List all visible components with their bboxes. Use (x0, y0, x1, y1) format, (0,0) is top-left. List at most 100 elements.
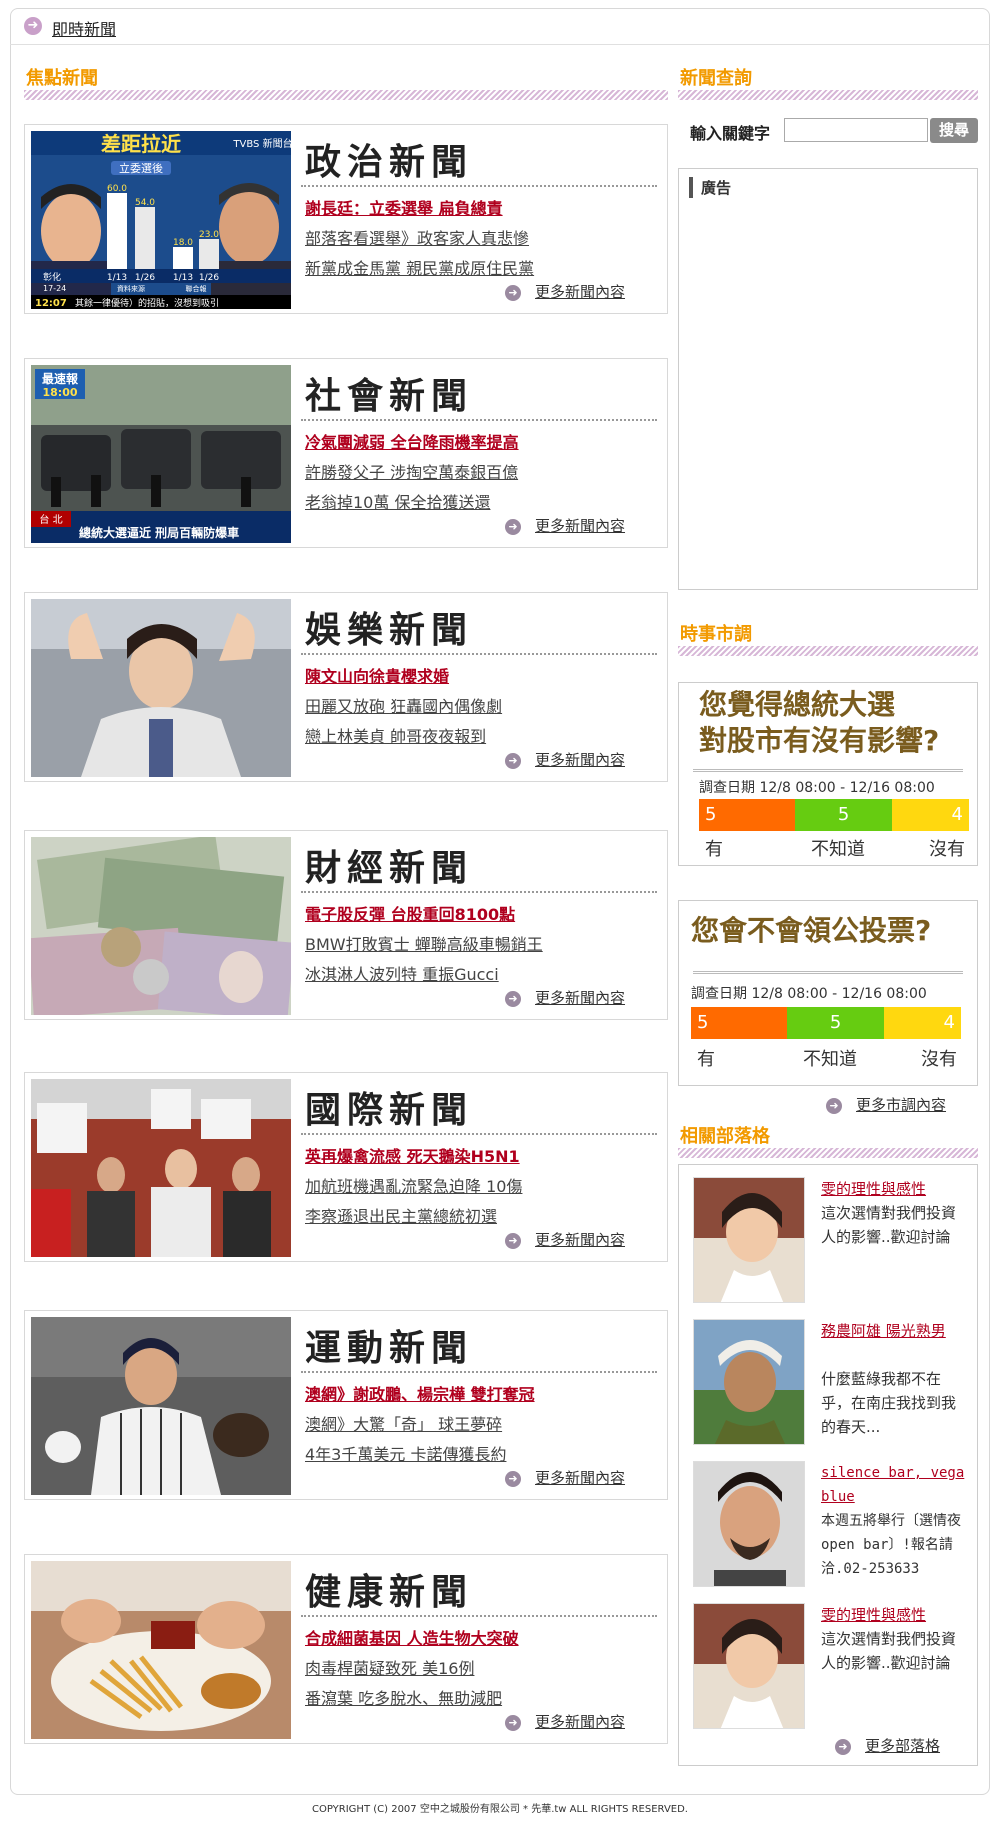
arrow-right-icon: ➜ (505, 518, 521, 535)
blog-title[interactable]: 務農阿雄 陽光熟男 (821, 1319, 969, 1343)
news-category-title[interactable]: 運動新聞 (305, 1319, 473, 1371)
headline-link[interactable]: 新黨成金馬黨 親民黨成原住民黨 (305, 255, 534, 279)
blog-title[interactable]: 雯的理性與感性 (821, 1603, 969, 1627)
poll-option-no[interactable]: 沒有 (921, 1045, 957, 1071)
headline-link[interactable]: 澳網》大驚「奇」 球王夢碎 (305, 1411, 502, 1435)
headline-link[interactable]: 田麗又放砲 狂轟國內偶像劇 (305, 693, 502, 717)
blog-desc: 本週五將舉行〔選情夜open bar〕!報名請洽.02-253633 (821, 1513, 961, 1577)
news-photo[interactable]: 差距拉近 TVBS 新聞台 立委選後 60.0 54.0 18.0 23.0 彰… (31, 131, 291, 309)
more-news-link[interactable]: ➜ 更多新聞內容 (505, 749, 625, 770)
svg-text:1/13: 1/13 (173, 273, 193, 283)
realtime-news-link[interactable]: 即時新聞 (52, 16, 116, 40)
svg-text:54.0: 54.0 (135, 198, 155, 208)
headline-link[interactable]: 冰淇淋人波列特 重振Gucci (305, 961, 499, 985)
avatar (693, 1177, 805, 1303)
news-photo[interactable] (31, 1561, 291, 1739)
blog-title[interactable]: 雯的理性與感性 (821, 1177, 969, 1201)
poll-bar-segment: 4 (891, 799, 969, 831)
headline-primary-link[interactable]: 英再爆禽流感 死天鵝染H5N1 (305, 1143, 520, 1167)
svg-text:23.0: 23.0 (199, 230, 219, 240)
more-news-link[interactable]: ➜ 更多新聞內容 (505, 1711, 625, 1732)
news-block: 國際新聞英再爆禽流感 死天鵝染H5N1 加航班機遇亂流緊急迫降 10傷 李察遜退出民… (24, 1072, 668, 1262)
svg-text:12:07: 12:07 (35, 298, 67, 309)
svg-text:資料來源: 資料來源 (117, 284, 145, 293)
headline-link[interactable]: 加航班機遇亂流緊急迫降 10傷 (305, 1173, 522, 1197)
headline-primary-link[interactable]: 合成細菌基因 人造生物大突破 (305, 1625, 519, 1649)
headline-link[interactable]: 番瀉葉 吃多脫水、無助減肥 (305, 1685, 502, 1709)
svg-text:1/26: 1/26 (135, 273, 155, 283)
svg-text:18.0: 18.0 (173, 238, 193, 248)
top-bar: ➜ 即時新聞 (10, 8, 990, 45)
headline-primary-link[interactable]: 冷氣團減弱 全台降雨機率提高 (305, 429, 519, 453)
more-news-link[interactable]: ➜ 更多新聞內容 (505, 1467, 625, 1488)
blog-title[interactable]: silence bar, vega blue (821, 1461, 969, 1509)
poll-bar-segment: 5 (795, 799, 892, 831)
headline-primary-link[interactable]: 謝長廷：立委選舉 扁負總責 (305, 195, 503, 219)
news-category-title[interactable]: 娛樂新聞 (305, 601, 473, 653)
poll-card: 您覺得總統大選 對股市有沒有影響? 調查日期 12/8 08:00 - 12/1… (678, 682, 978, 866)
arrow-right-icon: ➜ (505, 990, 521, 1007)
search-input[interactable] (784, 118, 928, 142)
news-search-title: 新聞查詢 (680, 68, 752, 89)
arrow-right-icon: ➜ (835, 1738, 851, 1755)
svg-text:TVBS 新聞台: TVBS 新聞台 (232, 137, 291, 150)
avatar (693, 1319, 805, 1445)
headline-link[interactable]: 肉毒桿菌疑致死 美16例 (305, 1655, 474, 1679)
poll-option-unknown[interactable]: 不知道 (811, 835, 865, 861)
more-news-link[interactable]: ➜ 更多新聞內容 (505, 281, 625, 302)
news-photo[interactable]: 最速報 18:00 台 北 總統大選逼近 刑局百輛防爆車 (31, 365, 291, 543)
news-block: 最速報 18:00 台 北 總統大選逼近 刑局百輛防爆車 社會新聞冷氣團減弱 全… (24, 358, 668, 548)
svg-text:18:00: 18:00 (42, 386, 77, 399)
headline-link[interactable]: 李察遜退出民主黨總統初選 (305, 1203, 497, 1227)
news-block: 運動新聞澳網》謝政鵬、楊宗樺 雙打奪冠 澳網》大驚「奇」 球王夢碎 4年3千萬美元 … (24, 1310, 668, 1500)
dotted-divider (301, 1615, 657, 1617)
news-block: 娛樂新聞陳文山向徐貴櫻求婚田麗又放砲 狂轟國內偶像劇 戀上林美貞 帥哥夜夜報到 ➜ 更… (24, 592, 668, 782)
dotted-divider (301, 1371, 657, 1373)
blog-desc: 什麼藍綠我都不在乎，在南庄我找到我的春天... (821, 1370, 957, 1436)
headline-link[interactable]: 許勝發父子 涉掏空萬泰銀百億 (305, 459, 518, 483)
headline-primary-link[interactable]: 電子股反彈 台股重回8100點 (305, 901, 515, 925)
headline-primary-link[interactable]: 陳文山向徐貴櫻求婚 (305, 663, 449, 687)
headline-link[interactable]: 部落客看選舉》政客家人真悲慘 (305, 225, 529, 249)
news-photo[interactable] (31, 837, 291, 1015)
dotted-divider (301, 653, 657, 655)
arrow-right-icon: ➜ (505, 284, 521, 301)
more-news-link[interactable]: ➜ 更多新聞內容 (505, 987, 625, 1008)
poll-option-yes[interactable]: 有 (705, 835, 723, 861)
section-divider (678, 1148, 978, 1158)
blogs-section-title: 相關部落格 (680, 1126, 770, 1147)
more-polls-link[interactable]: ➜ 更多市調內容 (826, 1094, 946, 1115)
dotted-divider (301, 185, 657, 187)
avatar (693, 1603, 805, 1729)
poll-option-no[interactable]: 沒有 (929, 835, 965, 861)
svg-text:1/13: 1/13 (107, 273, 127, 283)
ad-label: 廣告 (689, 177, 731, 198)
svg-text:差距拉近: 差距拉近 (101, 132, 181, 156)
more-news-link[interactable]: ➜ 更多新聞內容 (505, 515, 625, 536)
poll-bar-segment: 5 (691, 1007, 788, 1039)
headline-link[interactable]: 戀上林美貞 帥哥夜夜報到 (305, 723, 486, 747)
poll-option-unknown[interactable]: 不知道 (803, 1045, 857, 1071)
headline-link[interactable]: 4年3千萬美元 卡諾傳獲長約 (305, 1441, 506, 1465)
headline-link[interactable]: BMW打敗賓士 蟬聯高級車暢銷王 (305, 931, 543, 955)
news-category-title[interactable]: 國際新聞 (305, 1081, 473, 1133)
dotted-divider (301, 1133, 657, 1135)
news-category-title[interactable]: 社會新聞 (305, 367, 473, 419)
news-category-title[interactable]: 政治新聞 (305, 133, 473, 185)
headline-primary-link[interactable]: 澳網》謝政鵬、楊宗樺 雙打奪冠 (305, 1381, 535, 1405)
poll-option-yes[interactable]: 有 (697, 1045, 715, 1071)
news-photo[interactable] (31, 1079, 291, 1257)
blog-desc: 這次選情對我們投資人的影響..歡迎討論 (821, 1204, 957, 1246)
poll-divider (693, 769, 963, 772)
poll-date: 調查日期 12/8 08:00 - 12/16 08:00 (699, 780, 935, 796)
focus-news-title: 焦點新聞 (26, 68, 98, 89)
news-photo[interactable] (31, 599, 291, 777)
headline-link[interactable]: 老翁掉10萬 保全拾獲送還 (305, 489, 490, 513)
search-button[interactable]: 搜尋 (930, 118, 978, 143)
poll-bar-segment: 5 (699, 799, 796, 831)
more-blogs-link[interactable]: ➜ 更多部落格 (835, 1735, 940, 1756)
news-category-title[interactable]: 健康新聞 (305, 1563, 473, 1615)
news-photo[interactable] (31, 1317, 291, 1495)
more-news-link[interactable]: ➜ 更多新聞內容 (505, 1229, 625, 1250)
news-category-title[interactable]: 財經新聞 (305, 839, 473, 891)
